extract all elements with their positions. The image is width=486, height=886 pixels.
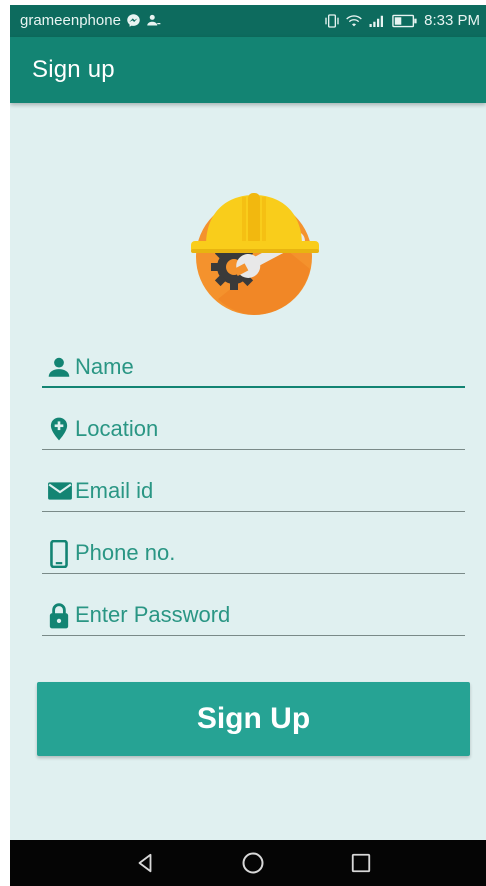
battery-icon: [392, 14, 418, 28]
phone-field[interactable]: [42, 534, 465, 574]
email-underline: [42, 511, 465, 512]
status-left: grameenphone: [20, 12, 161, 29]
worker-helmet-wrench-logo: [188, 187, 322, 317]
email-input[interactable]: [75, 476, 455, 506]
signal-icon: [368, 14, 386, 28]
email-field[interactable]: [42, 472, 465, 512]
user-notification-icon: [146, 13, 161, 28]
location-underline: [42, 449, 465, 450]
lock-icon: [46, 602, 72, 629]
name-input[interactable]: [75, 352, 455, 382]
name-underline: [42, 386, 465, 388]
location-input[interactable]: [75, 414, 455, 444]
name-field[interactable]: [42, 348, 465, 388]
status-right: 8:33 PM: [324, 12, 480, 29]
page-title: Sign up: [32, 56, 115, 83]
person-icon: [46, 354, 72, 380]
messenger-icon: [126, 13, 141, 28]
recents-icon[interactable]: [346, 848, 376, 878]
location-pin-icon: [46, 416, 72, 442]
status-bar: grameenphone 8:33 PM: [10, 5, 486, 37]
phone-icon: [46, 539, 72, 569]
app-bar: Sign up: [10, 37, 486, 103]
sign-up-button[interactable]: Sign Up: [37, 682, 470, 756]
status-time: 8:33 PM: [424, 12, 480, 29]
carrier-name: grameenphone: [20, 12, 121, 29]
location-field[interactable]: [42, 410, 465, 450]
email-icon: [46, 478, 72, 504]
phone-underline: [42, 573, 465, 574]
phone-input[interactable]: [75, 538, 455, 568]
vibrate-icon: [324, 13, 340, 28]
home-icon[interactable]: [238, 848, 268, 878]
wifi-icon: [346, 14, 362, 28]
navigation-bar: [10, 840, 486, 886]
phone-screen: grameenphone 8:33 PM Sign up Name Locati…: [10, 5, 486, 886]
password-field[interactable]: [42, 596, 465, 636]
back-icon[interactable]: [130, 848, 160, 878]
password-input[interactable]: [75, 600, 455, 630]
password-underline: [42, 635, 465, 636]
